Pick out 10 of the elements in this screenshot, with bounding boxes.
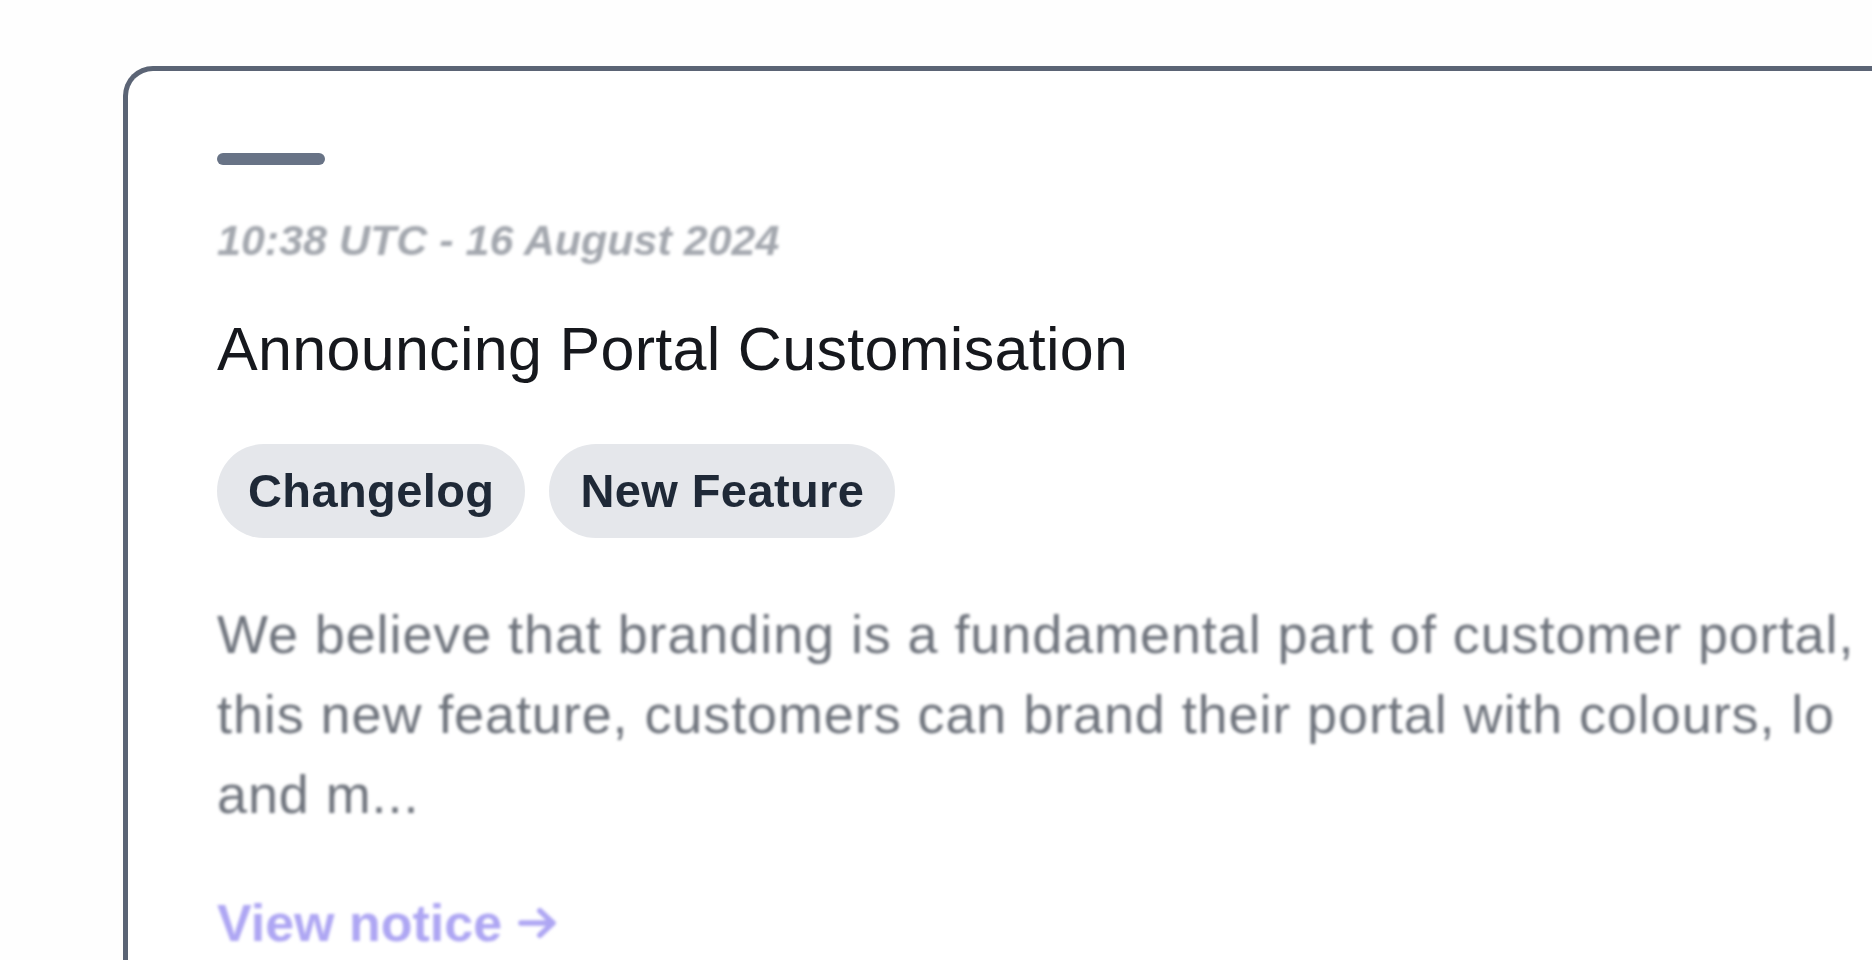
excerpt-text-line: this new feature, customers can brand their portal with colours, lo xyxy=(217,683,1836,746)
category-tag: New Feature xyxy=(549,444,896,538)
excerpt-text-line: and m... xyxy=(217,763,420,826)
notice-title: Announcing Portal Customisation xyxy=(217,314,1129,384)
arrow-right-icon xyxy=(518,908,557,938)
excerpt-text-line: We believe that branding is a fundamental part of customer portal, xyxy=(217,603,1855,666)
view-notice-link[interactable]: View notice xyxy=(217,893,557,953)
drag-handle-icon[interactable] xyxy=(217,153,325,165)
timestamp-text: 10:38 UTC - 16 August 2024 xyxy=(217,215,780,265)
category-tag: Changelog xyxy=(217,444,526,538)
